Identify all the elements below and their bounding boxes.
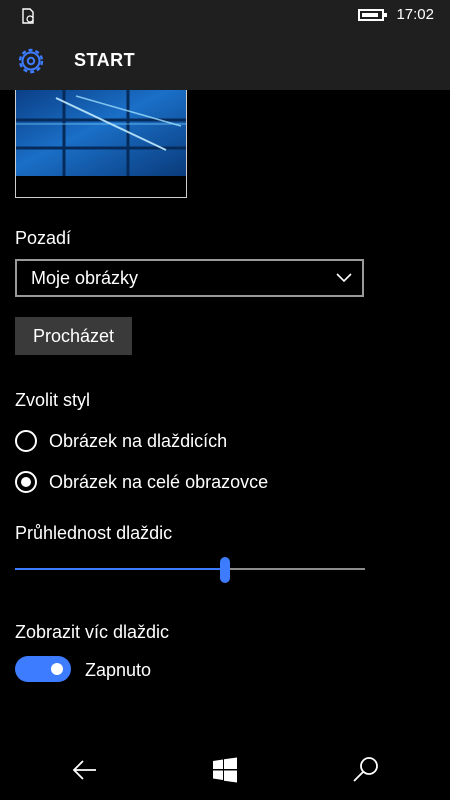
more-tiles-toggle[interactable] <box>15 656 71 682</box>
app-header: START <box>0 32 450 90</box>
page-title: START <box>74 50 136 70</box>
slider-track-fill <box>15 568 220 570</box>
toggle-knob <box>51 663 63 675</box>
slider-thumb[interactable] <box>220 557 230 583</box>
search-icon[interactable] <box>350 754 382 786</box>
toggle-state-label: Zapnuto <box>85 660 152 680</box>
background-dropdown[interactable]: Moje obrázky <box>15 259 364 297</box>
windows-logo-icon[interactable] <box>209 754 241 786</box>
radio-option-tiles[interactable]: Obrázek na dlaždicích <box>15 428 227 454</box>
wallpaper-preview-image <box>16 90 186 176</box>
radio-option-fullscreen[interactable]: Obrázek na celé obrazovce <box>15 469 268 495</box>
status-time: 17:02 <box>396 6 434 23</box>
background-preview <box>15 90 187 198</box>
transparency-slider[interactable] <box>15 557 365 583</box>
browse-button[interactable]: Procházet <box>15 317 132 355</box>
slider-track-rest <box>230 568 365 570</box>
battery-icon <box>358 8 388 21</box>
radio-button-selected[interactable] <box>15 471 37 493</box>
status-bar: 17:02 <box>0 0 450 32</box>
notification-icon <box>22 8 34 24</box>
back-arrow-icon[interactable] <box>69 754 101 786</box>
gear-icon <box>18 48 44 74</box>
radio-button[interactable] <box>15 430 37 452</box>
style-label: Zvolit styl <box>15 390 91 410</box>
radio-label: Obrázek na dlaždicích <box>49 430 228 451</box>
chevron-down-icon <box>336 273 352 283</box>
background-label: Pozadí <box>15 228 72 248</box>
transparency-label: Průhlednost dlaždic <box>15 523 173 543</box>
navigation-bar <box>0 740 450 800</box>
more-tiles-label: Zobrazit víc dlaždic <box>15 622 170 642</box>
radio-label: Obrázek na celé obrazovce <box>49 471 269 492</box>
dropdown-value: Moje obrázky <box>31 268 139 288</box>
